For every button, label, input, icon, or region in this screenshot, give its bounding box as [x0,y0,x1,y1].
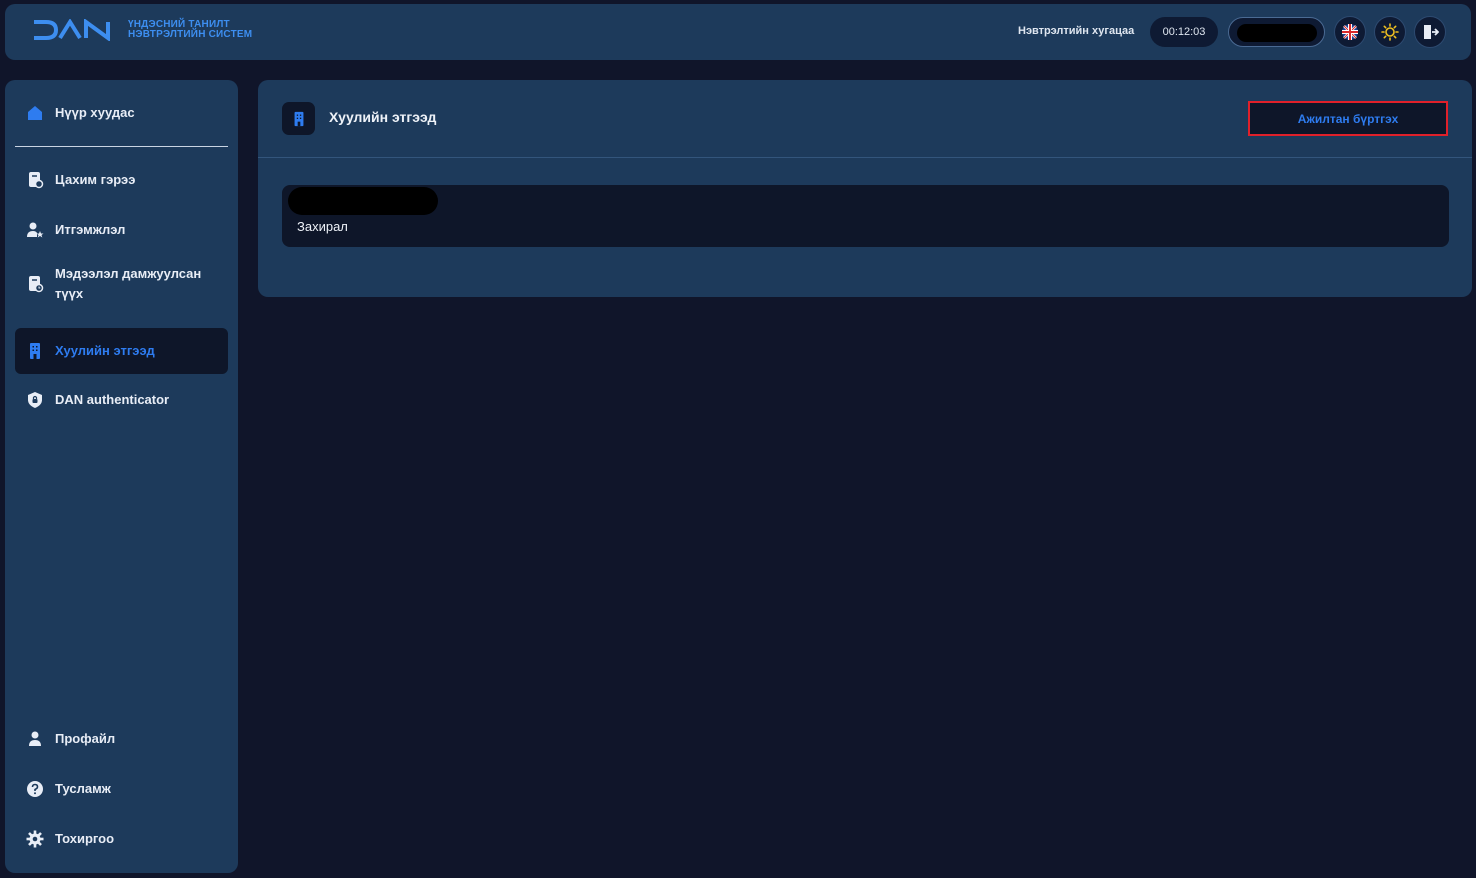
home-icon [25,103,45,123]
sidebar-item-power-of-attorney[interactable]: Итгэмжлэл [15,207,228,253]
sidebar-item-label: Итгэмжлэл [55,222,126,237]
logout-icon [1424,25,1439,39]
entity-role: Захирал [297,219,348,234]
header-divider [258,157,1472,158]
sidebar-item-label: DAN authenticator [55,392,170,407]
sun-icon [1381,23,1399,41]
system-name: ҮНДЭСНИЙ ТАНИЛТ НЭВТРЭЛТИЙН СИСТЕМ [128,19,253,40]
uk-flag-icon [1342,24,1358,40]
building-icon [25,341,45,361]
top-bar: ҮНДЭСНИЙ ТАНИЛТ НЭВТРЭЛТИЙН СИСТЕМ Нэвтр… [5,4,1471,60]
sidebar-divider [15,146,228,147]
theme-toggle-button[interactable] [1374,16,1406,48]
register-employee-button[interactable]: Ажилтан бүртгэх [1248,101,1448,136]
sidebar-item-help[interactable]: Тусламж [15,766,228,812]
user-star-icon [25,220,45,240]
session-label: Нэвтрэлтийн хугацаа [1018,25,1135,37]
history-document-icon [25,274,45,294]
sidebar-item-label: Цахим гэрээ [55,172,136,187]
session-timer: 00:12:03 [1150,17,1218,47]
sidebar-item-e-contract[interactable]: Цахим гэрээ [15,157,228,203]
sidebar-item-profile[interactable]: Профайл [15,716,228,762]
sidebar-item-data-transfer-history[interactable]: Мэдээлэл дамжуулсан түүх [15,257,228,311]
sidebar-item-legal-entity[interactable]: Хуулийн этгээд [15,328,228,374]
user-menu[interactable] [1228,17,1325,47]
sidebar-item-settings[interactable]: Тохиргоо [15,816,228,862]
person-icon [25,729,45,749]
sidebar: Нүүр хуудас Цахим гэрээ Итгэмжлэл Мэдээл… [5,80,238,873]
document-icon [25,170,45,190]
logout-button[interactable] [1414,16,1446,48]
building-icon [282,102,315,135]
sidebar-item-label: Тохиргоо [55,831,115,846]
settings-icon [25,829,45,849]
sidebar-item-label: Хуулийн этгээд [55,343,155,358]
sidebar-item-label: Мэдээлэл дамжуулсан түүх [55,266,202,301]
sidebar-item-home[interactable]: Нүүр хуудас [15,90,228,136]
redacted-user-name [1237,24,1317,42]
help-icon [25,779,45,799]
sidebar-item-dan-authenticator[interactable]: DAN authenticator [15,377,228,423]
language-button[interactable] [1334,16,1366,48]
sidebar-item-label: Профайл [55,731,116,746]
sidebar-item-label: Нүүр хуудас [55,105,135,120]
sidebar-item-label: Тусламж [55,781,111,796]
page-title: Хуулийн этгээд [329,109,437,125]
dan-logo-icon [34,19,110,41]
legal-entity-card: Хуулийн этгээд Ажилтан бүртгэх Захирал [258,80,1472,297]
shield-icon [25,390,45,410]
entity-list-item[interactable]: Захирал [282,185,1449,247]
redacted-entity-name [288,187,438,215]
dan-logo[interactable]: ҮНДЭСНИЙ ТАНИЛТ НЭВТРЭЛТИЙН СИСТЕМ [32,19,252,41]
